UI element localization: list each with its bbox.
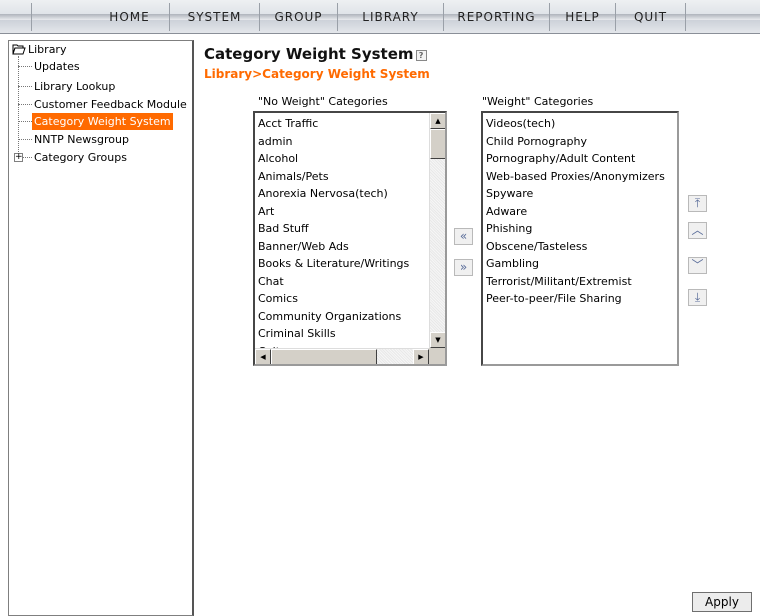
tree-branch xyxy=(18,66,32,67)
list-item[interactable]: Banner/Web Ads xyxy=(258,238,349,256)
list-item[interactable]: Animals/Pets xyxy=(258,168,329,186)
list-item[interactable]: admin xyxy=(258,133,292,151)
weight-listbox[interactable]: Videos(tech) Child Pornography Pornograp… xyxy=(481,111,679,366)
scrollbar-corner xyxy=(429,348,445,364)
page-title-text: Category Weight System xyxy=(204,45,414,63)
list-item[interactable]: Community Organizations xyxy=(258,308,401,326)
tree-item-updates[interactable]: Updates xyxy=(32,58,82,75)
top-menu-bar: HOME SYSTEM GROUP LIBRARY REPORTING HELP… xyxy=(0,0,760,34)
tree-item-label-selected: Category Weight System xyxy=(32,113,173,130)
scroll-down-arrow-icon[interactable]: ▼ xyxy=(430,332,445,348)
list-item[interactable]: Gambling xyxy=(486,255,539,273)
no-weight-caption: "No Weight" Categories xyxy=(258,95,388,108)
help-icon[interactable]: ? xyxy=(415,50,427,61)
move-top-button[interactable]: ⤒ xyxy=(688,195,707,212)
menu-help[interactable]: HELP xyxy=(550,3,616,31)
tree-root-library[interactable]: Library xyxy=(26,41,68,58)
tree-item-label: Updates xyxy=(34,60,80,73)
list-item[interactable]: Comics xyxy=(258,290,298,308)
tree-item-label: Category Groups xyxy=(34,151,127,164)
tree-branch xyxy=(18,86,32,87)
tree-connector xyxy=(18,56,19,158)
move-up-button[interactable]: ︿ xyxy=(688,222,707,239)
list-item[interactable]: Acct Traffic xyxy=(258,115,318,133)
scroll-left-arrow-icon[interactable]: ◀ xyxy=(255,349,271,364)
menu-spacer-left xyxy=(0,3,32,31)
list-item[interactable]: Criminal Skills xyxy=(258,325,336,343)
menu-quit[interactable]: QUIT xyxy=(616,3,686,31)
menu-home[interactable]: HOME xyxy=(90,3,170,31)
move-left-button[interactable]: « xyxy=(454,228,473,245)
tree-branch xyxy=(23,157,32,158)
tree-item-category-groups[interactable]: Category Groups xyxy=(32,149,129,166)
tree-item-nntp-newsgroup[interactable]: NNTP Newsgroup xyxy=(32,131,131,148)
list-item[interactable]: Anorexia Nervosa(tech) xyxy=(258,185,388,203)
list-item[interactable]: Adware xyxy=(486,203,527,221)
list-item[interactable]: Terrorist/Militant/Extremist xyxy=(486,273,632,291)
open-folder-icon xyxy=(12,44,26,55)
apply-button[interactable]: Apply xyxy=(692,592,752,612)
move-right-button[interactable]: » xyxy=(454,259,473,276)
tree-item-label: NNTP Newsgroup xyxy=(34,133,129,146)
list-item[interactable]: Art xyxy=(258,203,274,221)
tree-branch xyxy=(18,121,32,122)
menu-system[interactable]: SYSTEM xyxy=(170,3,260,31)
page-title: Category Weight System? xyxy=(204,45,427,63)
list-item[interactable]: Pornography/Adult Content xyxy=(486,150,635,168)
list-item[interactable]: Obscene/Tasteless xyxy=(486,238,587,256)
no-weight-vertical-scrollbar[interactable]: ▲ ▼ xyxy=(429,113,445,348)
weight-caption: "Weight" Categories xyxy=(482,95,594,108)
scroll-up-arrow-icon[interactable]: ▲ xyxy=(430,113,445,129)
tree-item-category-weight-system[interactable]: Category Weight System xyxy=(32,113,173,130)
list-item[interactable]: Web-based Proxies/Anonymizers xyxy=(486,168,665,186)
tree-item-customer-feedback[interactable]: Customer Feedback Module xyxy=(32,96,189,113)
list-item[interactable]: Bad Stuff xyxy=(258,220,309,238)
list-item[interactable]: Spyware xyxy=(486,185,533,203)
list-item[interactable]: Chat xyxy=(258,273,284,291)
tree-item-label: Library Lookup xyxy=(34,80,116,93)
move-down-button[interactable]: ﹀ xyxy=(688,257,707,274)
list-item[interactable]: Peer-to-peer/File Sharing xyxy=(486,290,622,308)
list-item[interactable]: Alcohol xyxy=(258,150,298,168)
menu-group[interactable]: GROUP xyxy=(260,3,338,31)
tree-item-label: Customer Feedback Module xyxy=(34,98,187,111)
no-weight-listbox[interactable]: Acct Traffic admin Alcohol Animals/Pets … xyxy=(253,111,447,366)
tree-item-library-lookup[interactable]: Library Lookup xyxy=(32,78,117,95)
library-tree-panel: Library Updates Library Lookup Customer … xyxy=(8,40,194,616)
list-item[interactable]: Child Pornography xyxy=(486,133,587,151)
breadcrumb: Library>Category Weight System xyxy=(204,67,430,81)
tree-branch xyxy=(18,104,32,105)
horizontal-scroll-thumb[interactable] xyxy=(271,349,377,364)
move-bottom-button[interactable]: ⤓ xyxy=(688,289,707,306)
expand-plus-icon[interactable]: + xyxy=(14,153,23,162)
menu-reporting[interactable]: REPORTING xyxy=(444,3,550,31)
list-item[interactable]: Phishing xyxy=(486,220,532,238)
scroll-right-arrow-icon[interactable]: ▶ xyxy=(413,349,429,364)
vertical-scroll-thumb[interactable] xyxy=(430,129,445,159)
tree-branch xyxy=(18,139,32,140)
menu-library[interactable]: LIBRARY xyxy=(338,3,444,31)
tree-root-label: Library xyxy=(28,43,67,56)
list-item[interactable]: Books & Literature/Writings xyxy=(258,255,409,273)
list-item[interactable]: Videos(tech) xyxy=(486,115,555,133)
no-weight-horizontal-scrollbar[interactable]: ◀ ▶ xyxy=(255,348,429,364)
